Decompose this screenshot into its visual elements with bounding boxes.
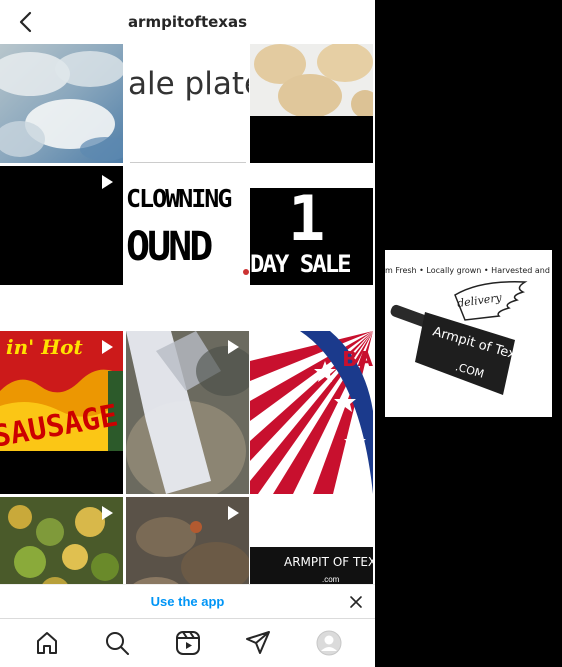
search-icon[interactable] — [104, 630, 130, 656]
post-text: BA — [342, 347, 373, 371]
post-grinder-video[interactable] — [126, 331, 249, 494]
use-app-banner: Use the app — [0, 584, 375, 618]
play-icon — [352, 171, 363, 185]
post-text: .com — [322, 575, 340, 584]
home-icon[interactable] — [34, 630, 60, 656]
post-text: ale plate — [128, 66, 249, 102]
post-black-video[interactable] — [0, 166, 123, 285]
armpit-of-texas-logo-image: m Fresh • Locally grown • Harvested and … — [385, 250, 552, 417]
post-text: DAY SALE — [250, 250, 352, 278]
header: armpitoftexas — [0, 0, 375, 44]
post-plate-text[interactable]: ale plate — [126, 44, 249, 163]
instagram-profile-grid: armpitoftexas ale plat CLOWNING OUND 1 D… — [0, 0, 375, 667]
use-the-app-link[interactable]: Use the app — [0, 594, 375, 609]
reels-icon[interactable] — [175, 630, 201, 656]
close-icon[interactable] — [349, 595, 363, 609]
play-icon — [102, 175, 113, 189]
post-clouds[interactable] — [0, 44, 123, 163]
post-text: ARMPIT OF TEXAS — [284, 555, 373, 569]
page-title: armpitoftexas — [127, 13, 248, 31]
bottom-nav — [0, 618, 375, 667]
post-text: CLOWNING — [126, 184, 232, 213]
avatar-icon[interactable] — [316, 630, 342, 656]
post-bbq-stars[interactable]: BA — [250, 331, 373, 494]
play-icon — [228, 340, 239, 354]
paper-plane-icon[interactable] — [245, 630, 271, 656]
post-text: 1 — [288, 182, 326, 255]
post-day-sale[interactable]: 1 DAY SALE — [250, 166, 373, 285]
post-dough[interactable] — [250, 44, 373, 163]
post-clowning[interactable]: CLOWNING OUND — [126, 166, 249, 285]
post-hot-sausage[interactable]: in' Hot SAUSAGE — [0, 331, 123, 494]
post-text: OUND — [126, 224, 213, 270]
post-text: in' Hot — [6, 335, 83, 359]
play-icon — [102, 506, 113, 520]
play-icon — [228, 506, 239, 520]
play-icon — [102, 340, 113, 354]
